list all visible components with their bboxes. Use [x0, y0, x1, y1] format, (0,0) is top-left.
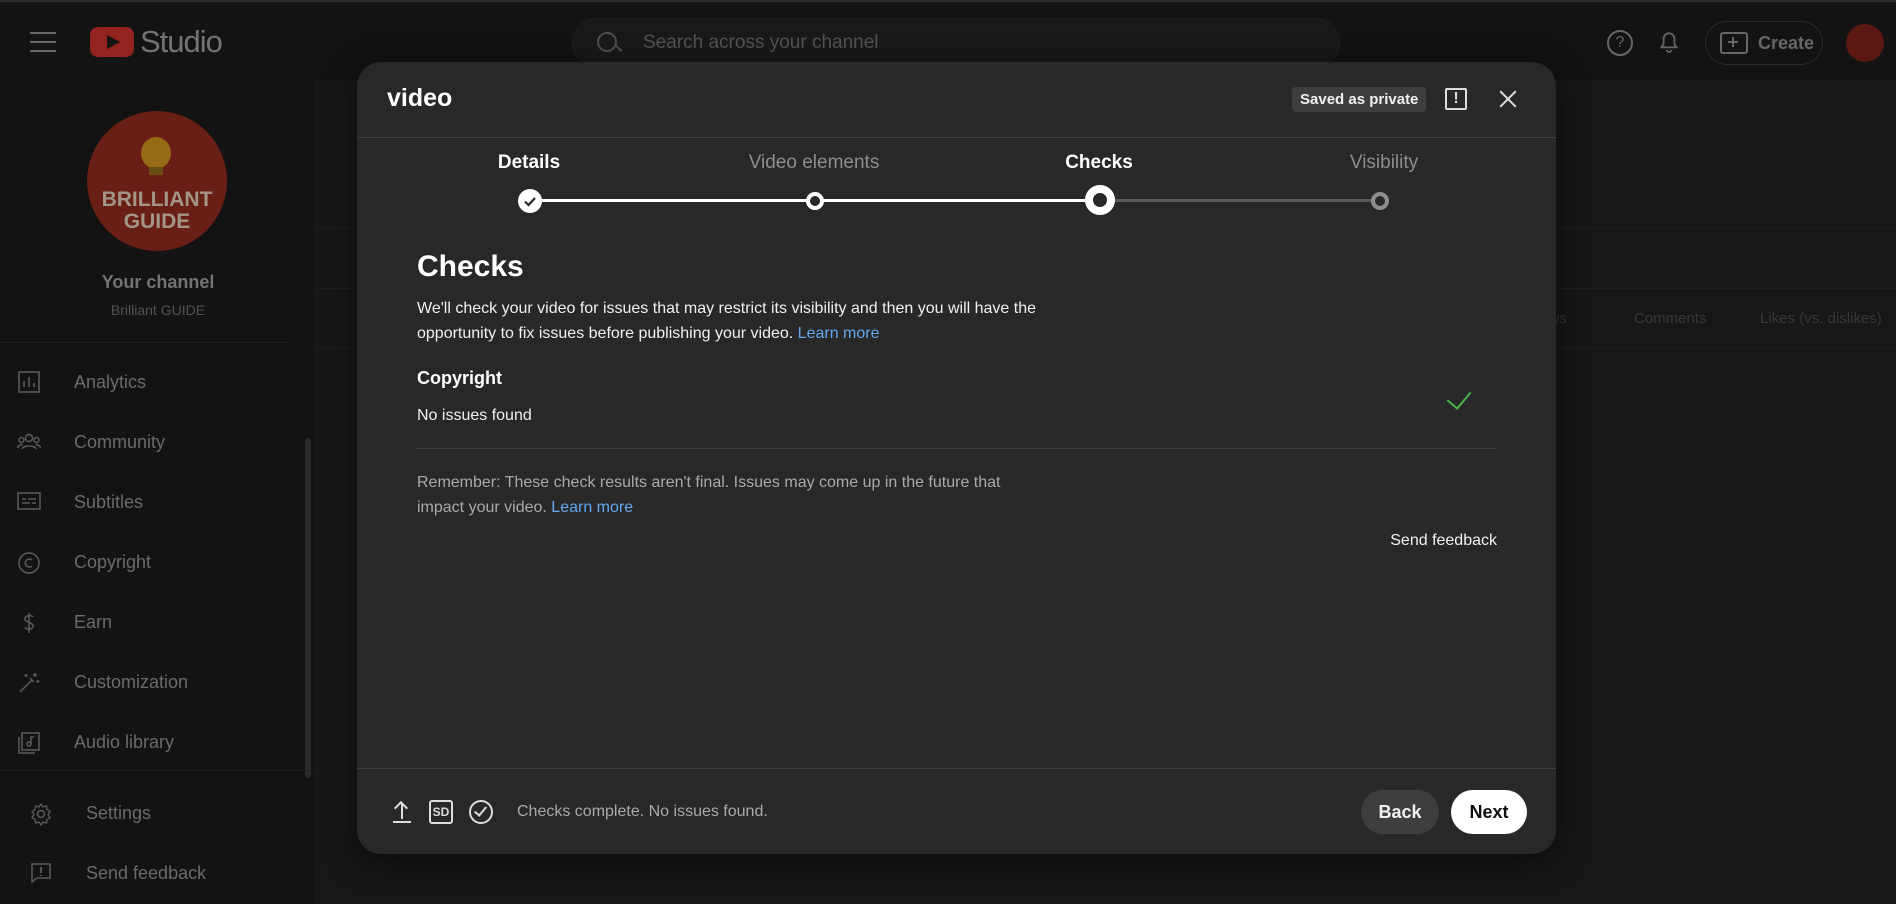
close-icon[interactable] [1493, 84, 1523, 114]
upload-dialog: video Saved as private ! Details Video e… [357, 62, 1556, 854]
step-details-check-icon[interactable] [518, 189, 542, 213]
divider [357, 768, 1556, 769]
step-visibility-dot[interactable] [1371, 192, 1389, 210]
footer-status-text: Checks complete. No issues found. [517, 803, 768, 820]
step-visibility-label[interactable]: Visibility [1284, 152, 1484, 174]
remember-note-text: Remember: These check results aren't fin… [417, 474, 1001, 516]
learn-more-link[interactable]: Learn more [798, 325, 880, 342]
upload-icon[interactable] [390, 800, 414, 824]
stepper-remaining-line [1094, 199, 1379, 202]
step-checks-label[interactable]: Checks [999, 152, 1199, 174]
checks-heading: Checks [417, 250, 524, 283]
checks-description-text: We'll check your video for issues that m… [417, 300, 1037, 342]
sd-quality-icon[interactable]: SD [429, 800, 453, 824]
remember-note: Remember: These check results aren't fin… [417, 470, 1037, 520]
report-feedback-icon[interactable]: ! [1445, 88, 1467, 110]
copyright-check-title: Copyright [417, 368, 502, 388]
upload-stepper: Details Video elements Checks Visibility [357, 152, 1556, 222]
step-checks-current-dot[interactable] [1085, 185, 1115, 215]
divider [357, 137, 1556, 138]
learn-more-link[interactable]: Learn more [551, 499, 633, 516]
copyright-check-status: No issues found [417, 407, 532, 424]
dialog-title: video [387, 84, 453, 112]
step-video-elements-dot[interactable] [806, 192, 824, 210]
next-button[interactable]: Next [1451, 790, 1527, 834]
check-circle-icon[interactable] [469, 800, 493, 824]
copyright-check-icon [1446, 384, 1472, 410]
divider [417, 448, 1497, 449]
saved-status-badge: Saved as private [1292, 87, 1427, 112]
step-details-label[interactable]: Details [429, 152, 629, 174]
back-button[interactable]: Back [1361, 790, 1439, 834]
send-feedback-link[interactable]: Send feedback [1357, 532, 1497, 550]
step-video-elements-label[interactable]: Video elements [714, 152, 914, 174]
checks-description: We'll check your video for issues that m… [417, 296, 1057, 346]
